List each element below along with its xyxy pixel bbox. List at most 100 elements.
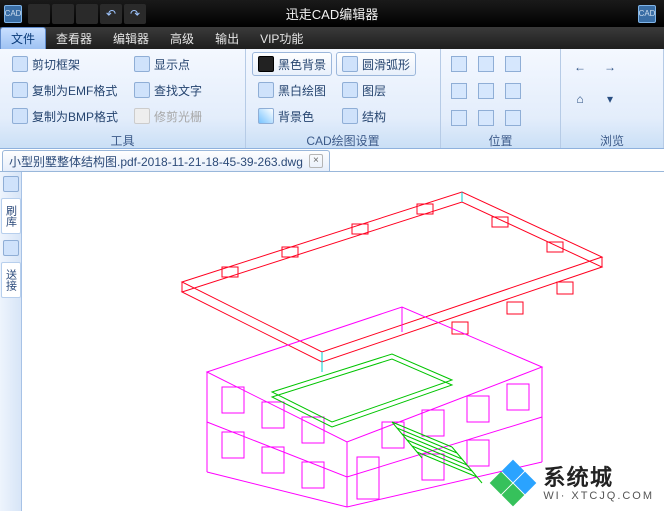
btn-cut-frame[interactable]: 剪切框架 [6, 52, 124, 76]
workspace: 刷库 送接 [0, 172, 664, 511]
close-icon[interactable]: × [309, 154, 323, 168]
tab-vip[interactable]: VIP功能 [250, 27, 314, 49]
btn-bg-color[interactable]: 背景色 [252, 104, 332, 128]
fit-icon [451, 110, 467, 126]
tab-editor[interactable]: 编辑器 [103, 27, 160, 49]
btn-show-point[interactable]: 显示点 [128, 52, 208, 76]
label: 显示点 [154, 56, 190, 73]
arc-icon [342, 56, 358, 72]
group-label: 工具 [6, 132, 239, 148]
blackbg-icon [258, 56, 274, 72]
nav-home[interactable]: ⌂ [567, 86, 593, 112]
ribbon-group-position: 位置 [441, 49, 561, 148]
nav-back[interactable]: ← [567, 54, 593, 80]
drawing-canvas[interactable]: 系统城 WI· XTCJQ.COM [22, 172, 664, 511]
grid-icon [451, 56, 467, 72]
dropdown-icon [505, 56, 521, 72]
dock-item-1[interactable]: 刷库 [1, 198, 21, 234]
group-label: CAD绘图设置 [252, 132, 434, 148]
ribbon-group-browse: ← → ⌂ ▾ 浏览 [561, 49, 664, 148]
btn-copy-emf[interactable]: 复制为EMF格式 [6, 78, 124, 102]
tab-file[interactable]: 文件 [0, 27, 46, 49]
pos-btn-1[interactable] [447, 52, 471, 76]
nav-down[interactable]: ▾ [597, 86, 623, 112]
watermark-logo-icon [493, 463, 535, 505]
label: 黑白绘图 [278, 82, 326, 99]
undo-icon: ↶ [106, 7, 116, 21]
qat-open[interactable] [52, 4, 74, 24]
title-bar: CAD ↶ ↷ 迅走CAD编辑器 CAD [0, 0, 664, 27]
label: 结构 [362, 108, 386, 125]
label: 图层 [362, 82, 386, 99]
window-title: 迅走CAD编辑器 [286, 4, 378, 23]
layers-icon [342, 82, 358, 98]
label: 黑色背景 [278, 56, 326, 73]
btn-copy-bmp[interactable]: 复制为BMP格式 [6, 104, 124, 128]
btn-layers[interactable]: 图层 [336, 78, 416, 102]
chevron-down-icon: ▾ [607, 92, 613, 106]
pos-btn-7[interactable] [447, 106, 471, 130]
grid2-icon [451, 83, 467, 99]
label: 复制为BMP格式 [32, 108, 118, 125]
left-dock: 刷库 送接 [0, 172, 22, 511]
pan-icon [478, 110, 494, 126]
pos-btn-2[interactable] [474, 52, 498, 76]
qat-save[interactable] [76, 4, 98, 24]
label: 查找文字 [154, 82, 202, 99]
nav-fwd[interactable]: → [597, 54, 623, 80]
watermark-title: 系统城 [543, 466, 654, 490]
qat-new[interactable] [28, 4, 50, 24]
home-icon: ⌂ [576, 92, 583, 106]
trim-icon [134, 108, 150, 124]
dock-item-2[interactable]: 送接 [1, 262, 21, 298]
btn-bw-draw[interactable]: 黑白绘图 [252, 78, 332, 102]
app-icon: CAD [4, 5, 22, 23]
watermark-sub: WI· XTCJQ.COM [543, 490, 654, 502]
ribbon-group-cad: 黑色背景 黑白绘图 背景色 圆滑弧形 图层 结构 CAD绘图设置 [246, 49, 441, 148]
group-label: 浏览 [567, 132, 657, 148]
emf-icon [12, 82, 28, 98]
tab-advanced[interactable]: 高级 [160, 27, 205, 49]
zoom-icon [478, 56, 494, 72]
app-badge-icon: CAD [638, 5, 656, 23]
bmp-icon [12, 108, 28, 124]
btn-smooth-arc[interactable]: 圆滑弧形 [336, 52, 416, 76]
group-label: 位置 [447, 132, 554, 148]
search-icon [134, 82, 150, 98]
scissors-icon [12, 56, 28, 72]
btn-black-bg[interactable]: 黑色背景 [252, 52, 332, 76]
btn-trim-raster[interactable]: 修剪光栅 [128, 104, 208, 128]
btn-find-text[interactable]: 查找文字 [128, 78, 208, 102]
ribbon-group-tools: 剪切框架 复制为EMF格式 复制为BMP格式 显示点 查找文字 修剪光栅 工具 [0, 49, 246, 148]
label: 修剪光栅 [154, 108, 202, 125]
pos-btn-8[interactable] [474, 106, 498, 130]
label: 剪切框架 [32, 56, 80, 73]
dock-icon[interactable] [3, 176, 19, 192]
quick-access-toolbar: ↶ ↷ [28, 4, 146, 24]
pos-btn-9[interactable] [501, 106, 525, 130]
btn-structure[interactable]: 结构 [336, 104, 416, 128]
pos-btn-4[interactable] [447, 79, 471, 103]
document-tab-label: 小型别墅整体结构图.pdf-2018-11-21-18-45-39-263.dw… [9, 153, 303, 170]
grid4-icon [505, 110, 521, 126]
tab-output[interactable]: 输出 [205, 27, 250, 49]
tab-viewer[interactable]: 查看器 [46, 27, 103, 49]
dock-icon-2[interactable] [3, 240, 19, 256]
menu-bar: 文件 查看器 编辑器 高级 输出 VIP功能 [0, 27, 664, 49]
grid3-icon [505, 83, 521, 99]
arrow-right-icon: → [604, 60, 616, 74]
qat-undo[interactable]: ↶ [100, 4, 122, 24]
pos-btn-5[interactable] [474, 79, 498, 103]
structure-icon [342, 108, 358, 124]
qat-redo[interactable]: ↷ [124, 4, 146, 24]
label: 圆滑弧形 [362, 56, 410, 73]
label: 复制为EMF格式 [32, 82, 117, 99]
ribbon: 剪切框架 复制为EMF格式 复制为BMP格式 显示点 查找文字 修剪光栅 工具 … [0, 49, 664, 149]
document-tab[interactable]: 小型别墅整体结构图.pdf-2018-11-21-18-45-39-263.dw… [2, 150, 330, 171]
bw-icon [258, 82, 274, 98]
document-tab-bar: 小型别墅整体结构图.pdf-2018-11-21-18-45-39-263.dw… [0, 149, 664, 172]
redo-icon: ↷ [130, 7, 140, 21]
bgcolor-icon [258, 108, 274, 124]
pos-btn-3[interactable] [501, 52, 525, 76]
pos-btn-6[interactable] [501, 79, 525, 103]
